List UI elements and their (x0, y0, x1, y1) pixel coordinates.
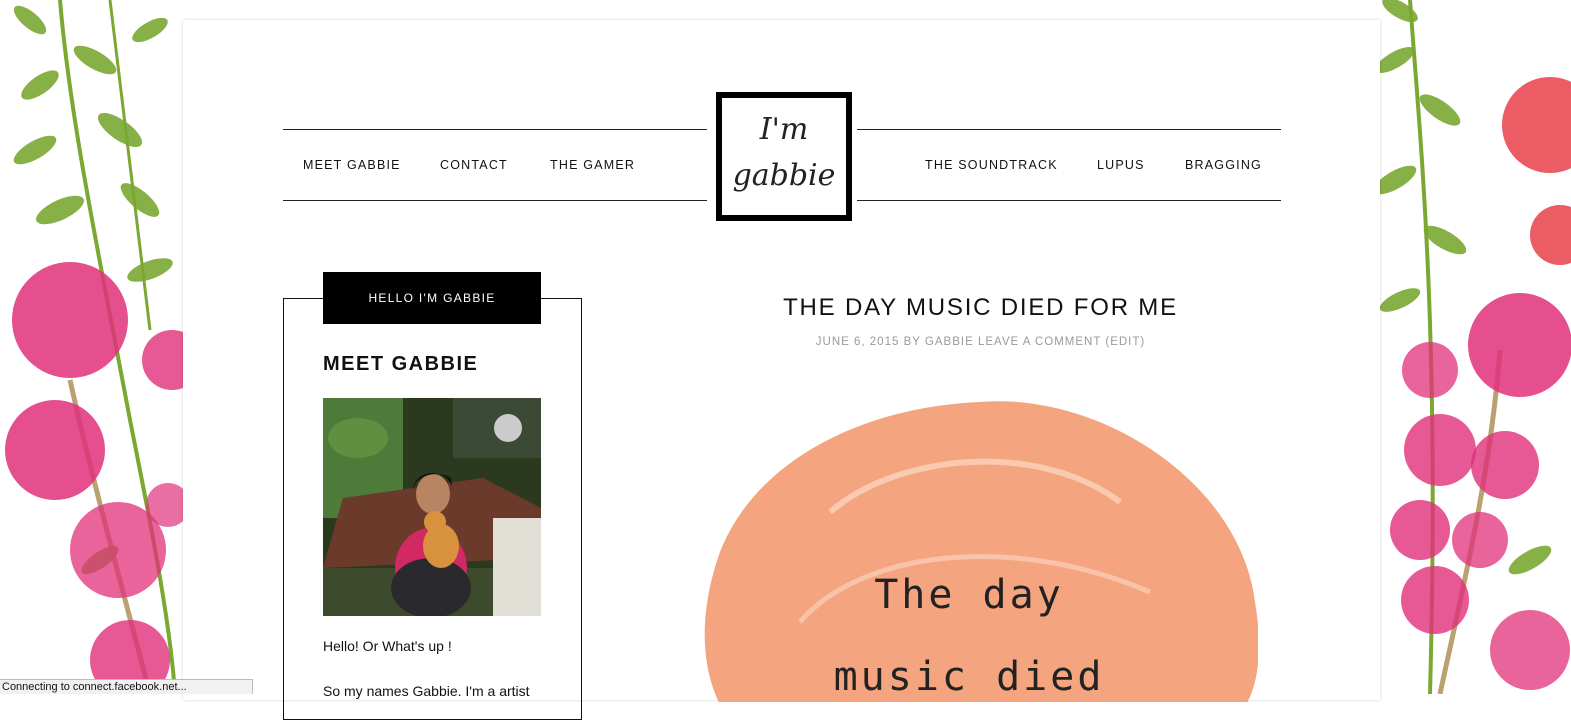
site-container: MEET GABBIE CONTACT THE GAMER I'm gabbie… (183, 20, 1380, 720)
widget-tab-label: HELLO I'M GABBIE (323, 272, 541, 324)
edit-link[interactable]: (EDIT) (1105, 336, 1145, 348)
post-title[interactable]: THE DAY MUSIC DIED FOR ME (743, 294, 1218, 322)
nav-contact[interactable]: CONTACT (440, 158, 508, 172)
post-date: JUNE 6, 2015 (815, 336, 900, 348)
logo-line-1: I'm (759, 112, 809, 147)
nav-meet-gabbie[interactable]: MEET GABBIE (303, 158, 401, 172)
floral-background-left (5, 0, 185, 694)
nav-lupus[interactable]: LUPUS (1097, 158, 1145, 172)
header-divider-right-bottom (857, 200, 1281, 201)
site-logo[interactable]: I'm gabbie (716, 92, 852, 221)
header-divider-right-top (857, 129, 1281, 130)
profile-photo (323, 398, 541, 616)
intro-line-2: So my names Gabbie. I'm a artist (323, 683, 530, 699)
feature-text-line-1: The day (874, 572, 1064, 618)
nav-bragging[interactable]: BRAGGING (1185, 158, 1262, 172)
feature-text-line-2: music died (833, 654, 1105, 700)
header-divider-left-bottom (283, 200, 707, 201)
leave-comment-link[interactable]: LEAVE A COMMENT (978, 336, 1101, 348)
post-meta: JUNE 6, 2015 BY GABBIE LEAVE A COMMENT (… (743, 336, 1218, 348)
floral-background-right (1380, 0, 1571, 694)
nav-the-gamer[interactable]: THE GAMER (550, 158, 635, 172)
nav-the-soundtrack[interactable]: THE SOUNDTRACK (925, 158, 1058, 172)
logo-line-2: gabbie (732, 158, 836, 193)
featured-image: The day music died (680, 392, 1258, 702)
header-divider-left-top (283, 129, 707, 130)
post-by: BY (903, 336, 921, 348)
browser-status-bar: Connecting to connect.facebook.net... (0, 679, 253, 694)
intro-line-1: Hello! Or What's up ! (323, 638, 452, 654)
widget-title: MEET GABBIE (323, 353, 479, 375)
post-author-link[interactable]: GABBIE (925, 336, 974, 348)
